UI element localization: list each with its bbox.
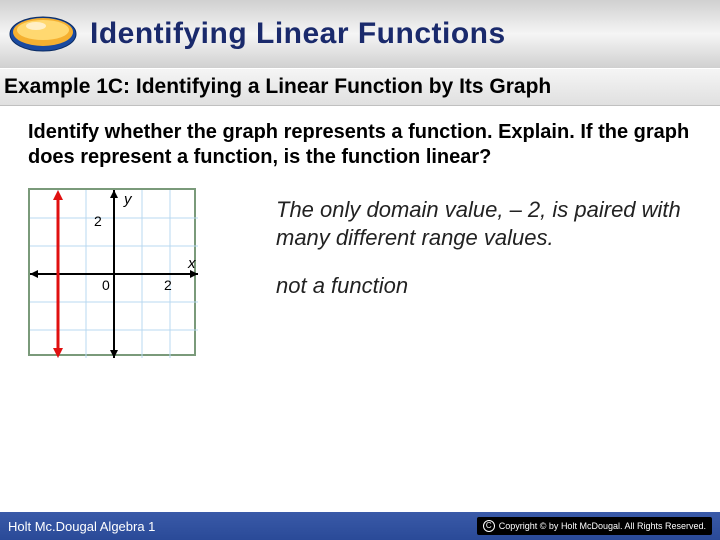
header-lozenge-icon bbox=[8, 14, 78, 54]
example-label: Example 1C: Identifying a Linear Functio… bbox=[4, 75, 716, 99]
graph-figure: y x 2 2 0 bbox=[28, 188, 196, 356]
origin-label: 0 bbox=[102, 277, 110, 293]
prompt-text: Identify whether the graph represents a … bbox=[28, 120, 692, 170]
footer-copyright: C Copyright © by Holt McDougal. All Righ… bbox=[477, 517, 712, 535]
footer-textbook: Holt Mc.Dougal Algebra 1 bbox=[8, 519, 155, 534]
x-axis-label: x bbox=[187, 255, 196, 272]
explanation-line2: not a function bbox=[276, 273, 692, 299]
page-title: Identifying Linear Functions bbox=[90, 17, 506, 51]
explanation-block: The only domain value, – 2, is paired wi… bbox=[276, 188, 692, 299]
explanation-line1: The only domain value, – 2, is paired wi… bbox=[276, 196, 692, 251]
footer-bar: Holt Mc.Dougal Algebra 1 C Copyright © b… bbox=[0, 512, 720, 540]
header-band: Identifying Linear Functions bbox=[0, 0, 720, 68]
body-row: y x 2 2 0 The only domain value, – 2, is… bbox=[28, 188, 692, 356]
y-axis-label: y bbox=[123, 191, 133, 208]
copyright-icon: C bbox=[483, 520, 495, 532]
example-subhead: Example 1C: Identifying a Linear Functio… bbox=[0, 68, 720, 106]
y-tick-2: 2 bbox=[94, 213, 102, 229]
copyright-text: Copyright © by Holt McDougal. All Rights… bbox=[499, 521, 706, 531]
content-area: Identify whether the graph represents a … bbox=[0, 106, 720, 356]
x-tick-2: 2 bbox=[164, 277, 172, 293]
